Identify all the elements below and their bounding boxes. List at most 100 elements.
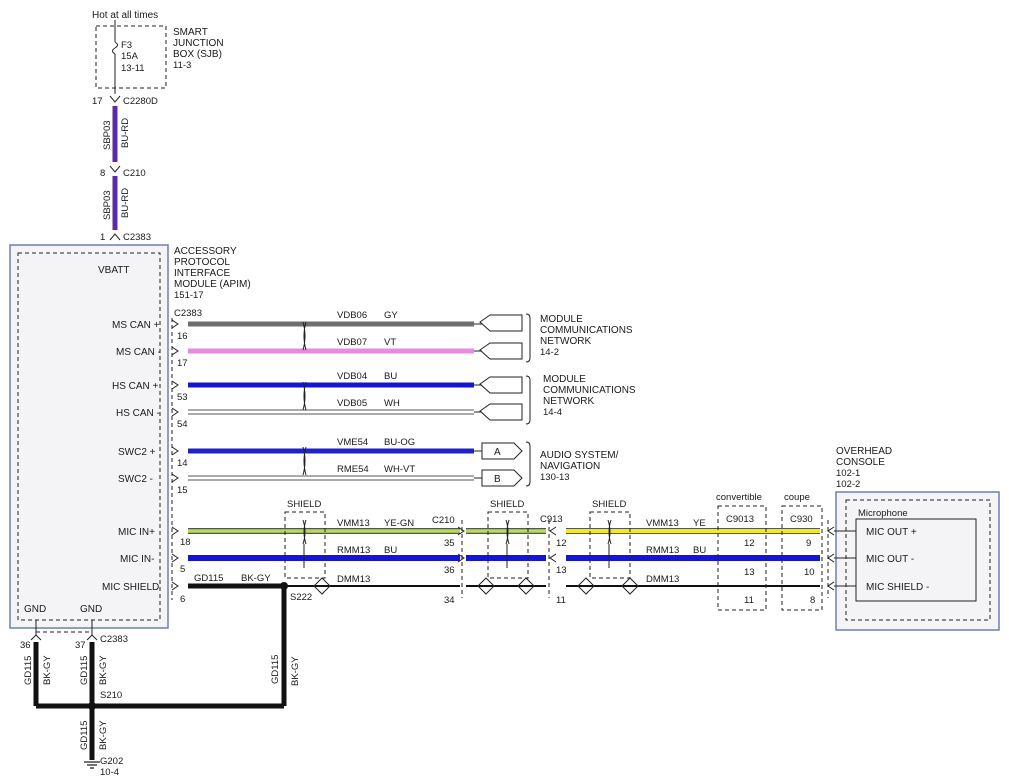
sbp03-2-circuit: SBP03: [102, 190, 113, 220]
c9013-pin-12: 12: [744, 538, 755, 549]
vmm13-color-right: YE: [693, 518, 706, 529]
apim-pin-number: 54: [177, 419, 188, 430]
shield-label-1: SHIELD: [287, 499, 321, 510]
g202-ref: 10-4: [100, 767, 119, 778]
c930-name: C930: [790, 514, 813, 525]
wire-color-label: BU: [384, 371, 397, 382]
pin-arrow: [171, 319, 179, 329]
gd115-color: BK-GY: [241, 573, 271, 584]
rmm13-color-right: BU: [693, 545, 706, 556]
apim-vbatt: VBATT: [98, 265, 129, 276]
gd115-vert-circuit: GD115: [270, 655, 281, 684]
gd115-pin36-color: BK-GY: [42, 655, 53, 685]
c913-pin-11: 11: [556, 595, 566, 606]
wire-circuit-label: VDB07: [337, 337, 367, 348]
overhead-title-1: OVERHEAD: [836, 446, 892, 457]
ref2-l1: MODULE: [543, 374, 586, 385]
wire-circuit-label: VDB06: [337, 310, 367, 321]
pin-arrow: [171, 473, 179, 483]
fuse-id: F3: [121, 40, 132, 51]
mic-in-plus-label: MIC IN+: [118, 527, 155, 538]
tag-b-label: B: [494, 474, 501, 485]
c210-pin-35: 35: [444, 538, 455, 549]
fuse-symbol: [112, 41, 118, 55]
apim-pin-number: 17: [177, 358, 188, 369]
apim-pin-number: 15: [177, 485, 188, 496]
apim-pin-label: SWC2 +: [118, 447, 156, 458]
wire-color-label: WH: [384, 398, 400, 409]
tag-a-label: A: [494, 447, 501, 458]
apim-pin-label: HS CAN +: [112, 381, 159, 392]
ref2-ref: 14-4: [543, 407, 562, 418]
sjb-ref: 11-3: [173, 60, 191, 71]
wiring-diagram: Hot at all times F3 15A 13-11 SMART JUNC…: [9, 10, 1000, 778]
apim-pin-label: SWC2 -: [118, 474, 153, 485]
mic-out-minus: MIC OUT -: [866, 554, 914, 565]
ground-pin-37: 37: [75, 640, 86, 651]
ref1-l3: NETWORK: [540, 336, 591, 347]
apim-pin-label: HS CAN -: [116, 408, 160, 419]
apim-ref: 151-17: [174, 290, 204, 301]
c930-pin-9: 9: [806, 538, 811, 549]
s222-label: S222: [290, 592, 312, 603]
rmm13-color-left: BU: [384, 545, 397, 556]
wire-color-label: VT: [384, 337, 396, 348]
wire-circuit-label: VDB05: [337, 398, 367, 409]
c913-pin-13: 13: [556, 565, 567, 576]
variant-convertible: convertible: [716, 492, 762, 503]
ref3-ref: 130-13: [540, 472, 570, 483]
c210-mid-name: C210: [432, 515, 455, 526]
sbp03-2-color: BU-RD: [120, 188, 131, 218]
gd115-g202-circuit: GD115: [79, 721, 90, 750]
apim-title-2: PROTOCOL: [174, 257, 230, 268]
wire-color-label: WH-VT: [384, 464, 415, 475]
dmm13-circuit-right: DMM13: [646, 574, 679, 585]
gd115-pin37-color: BK-GY: [98, 655, 109, 685]
network-tag-3: [479, 376, 523, 394]
ref2-l2: COMMUNICATIONS: [543, 385, 636, 396]
rmm13-circuit-right: RMM13: [646, 545, 679, 556]
vmm13-circuit-left: VMM13: [337, 518, 370, 529]
shield-label-2: SHIELD: [490, 499, 524, 510]
sjb-title-2: JUNCTION: [173, 38, 224, 49]
vmm13-circuit-right: VMM13: [646, 518, 679, 529]
shield-label-3: SHIELD: [592, 499, 626, 510]
c2280d-name: C2280D: [123, 96, 158, 107]
gd115-circuit: GD115: [194, 573, 223, 584]
ground-symbol-g202: [84, 761, 100, 769]
fuse-ref: 13-11: [121, 63, 145, 74]
c9013-pin-11: 11: [744, 595, 754, 606]
sbp03-1-color: BU-RD: [120, 118, 131, 148]
apim-pin-label: MS CAN +: [112, 320, 160, 331]
apim-title-4: MODULE (APIM): [174, 279, 251, 290]
ref2-l3: NETWORK: [543, 396, 594, 407]
network-tag-1: [479, 314, 523, 332]
gd115-pin36-circuit: GD115: [23, 656, 34, 685]
connector-c210-top: [109, 165, 121, 173]
c9013-pin-13: 13: [744, 567, 755, 578]
sjb-title-1: SMART: [173, 27, 208, 38]
wire-circuit-label: VME54: [337, 437, 368, 448]
c930-pin-8: 8: [810, 595, 815, 606]
c930-pin-10: 10: [804, 567, 815, 578]
apim-module: [9, 244, 169, 629]
c9013-name: C9013: [726, 514, 754, 525]
apim-pin-number: 14: [177, 458, 188, 469]
network-tag-4: [479, 403, 523, 421]
g202-label: G202: [100, 756, 123, 767]
fuse-rating: 15A: [121, 51, 139, 62]
c2383-top-name: C2383: [123, 232, 151, 243]
variant-coupe: coupe: [784, 492, 810, 503]
apim-pin-number: 53: [177, 392, 188, 403]
tag-b: [481, 469, 523, 487]
c2383-top-pin: 1: [100, 232, 105, 243]
gd115-g202-color: BK-GY: [98, 720, 109, 750]
sbp03-1-circuit: SBP03: [102, 120, 113, 150]
mic-in-plus-pin: 18: [180, 537, 191, 548]
apim-title-1: ACCESSORY: [174, 246, 237, 257]
pin-arrow: [171, 407, 179, 417]
ref1-l2: COMMUNICATIONS: [540, 325, 633, 336]
mic-out-plus: MIC OUT +: [866, 527, 917, 538]
wire-color-label: GY: [384, 310, 398, 321]
c210-top-name: C210: [123, 168, 146, 179]
